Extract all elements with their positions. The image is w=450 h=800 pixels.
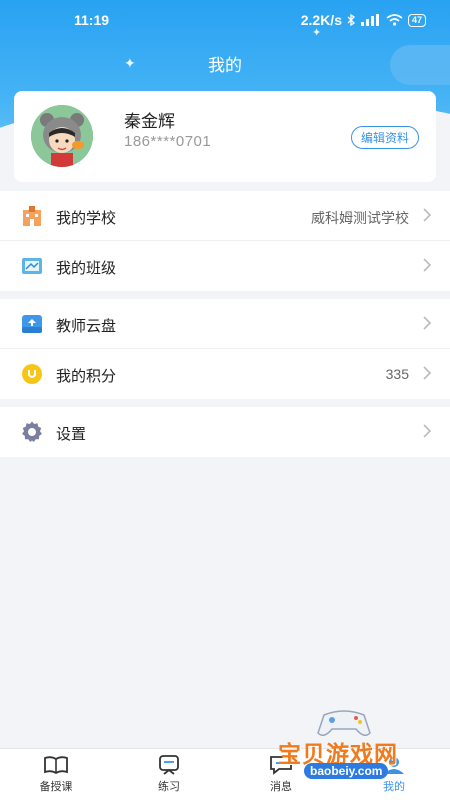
menu-item-settings[interactable]: 设置 — [0, 407, 450, 457]
chevron-right-icon — [423, 366, 432, 380]
status-time: 11:19 — [74, 12, 110, 28]
cloud-disk-icon — [22, 315, 42, 333]
menu-item-label: 我的学校 — [56, 210, 117, 227]
watermark-url: baobeiy.com — [304, 763, 389, 779]
tab-label: 练习 — [158, 781, 180, 793]
practice-icon — [159, 755, 179, 775]
chevron-right-icon — [423, 258, 432, 272]
tab-lesson-prep[interactable]: 备授课 — [26, 755, 86, 794]
menu-item-value: 335 — [385, 366, 409, 382]
profile-name: 秦金辉 — [124, 112, 175, 131]
menu-item-label: 我的积分 — [56, 368, 117, 385]
menu-item-label: 我的班级 — [56, 260, 117, 277]
chevron-right-icon — [423, 208, 432, 222]
menu-group-3: 设置 — [0, 407, 450, 457]
school-icon — [23, 206, 41, 226]
menu-item-cloud-disk[interactable]: 教师云盘 — [0, 299, 450, 349]
gamepad-icon — [317, 710, 371, 736]
menu-item-my-points[interactable]: 我的积分 335 — [0, 349, 450, 399]
menu-item-my-class[interactable]: 我的班级 — [0, 241, 450, 291]
menu-group-1: 我的学校 威科姆测试学校 我的班级 — [0, 191, 450, 291]
book-icon — [44, 756, 68, 775]
menu-group-2: 教师云盘 我的积分 335 — [0, 299, 450, 399]
chevron-right-icon — [423, 424, 432, 438]
status-bar: 11:19 2.2K/s 47 — [0, 0, 450, 40]
battery-indicator: 47 — [407, 13, 426, 27]
bluetooth-icon — [347, 14, 356, 26]
profile-phone: 186****0701 — [124, 133, 212, 150]
menu-item-label: 设置 — [56, 426, 87, 443]
avatar-illustration — [31, 105, 93, 167]
class-icon — [22, 258, 42, 274]
tab-practice[interactable]: 练习 — [139, 755, 199, 794]
avatar[interactable] — [31, 105, 93, 167]
menu-item-my-school[interactable]: 我的学校 威科姆测试学校 — [0, 191, 450, 241]
page-title: 我的 — [208, 56, 242, 75]
signal-icon — [360, 14, 379, 26]
menu-item-value: 威科姆测试学校 — [311, 210, 409, 226]
edit-profile-button[interactable]: 编辑资料 — [350, 126, 419, 149]
chevron-right-icon — [423, 316, 432, 330]
watermark: 宝贝游戏网 baobeiy.com — [268, 705, 428, 795]
points-icon — [22, 364, 42, 384]
tab-label: 备授课 — [39, 781, 73, 793]
menu-item-label: 教师云盘 — [56, 318, 117, 335]
profile-card[interactable]: 秦金辉 186****0701 编辑资料 — [14, 91, 436, 182]
gear-icon — [22, 421, 42, 442]
network-speed: 2.2K/s — [300, 12, 342, 28]
wifi-icon — [386, 14, 403, 26]
